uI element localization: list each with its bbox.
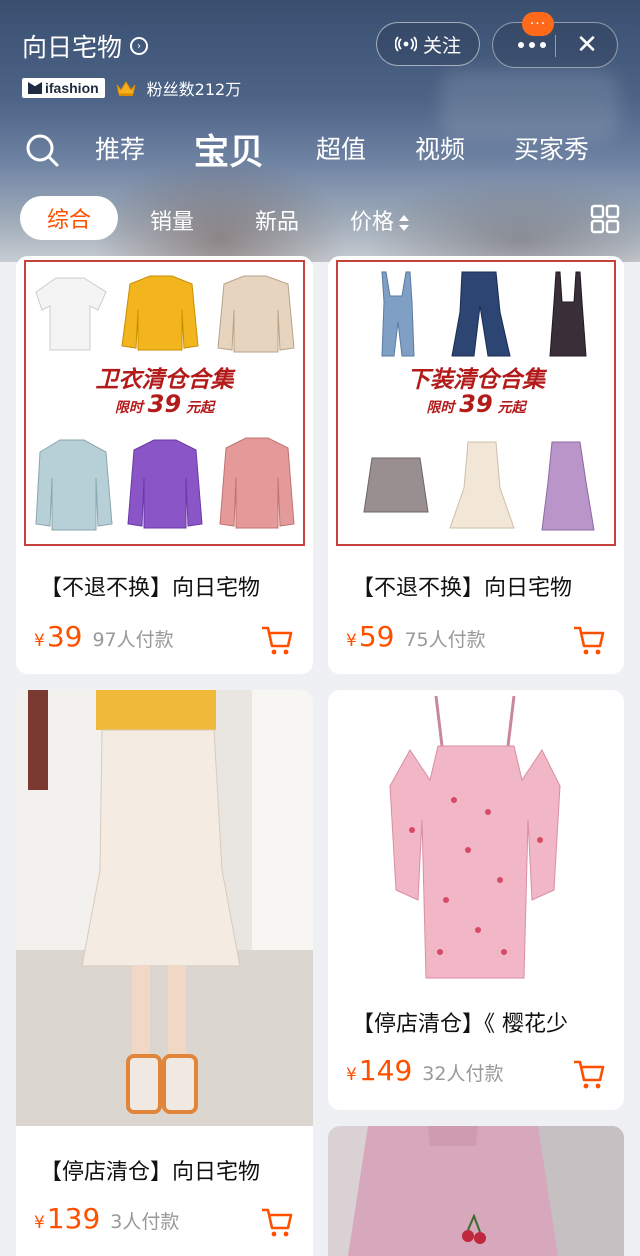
tab-recommend[interactable]: 推荐 — [95, 130, 145, 166]
cart-icon[interactable] — [572, 624, 606, 656]
product-card[interactable]: 【停店清仓】《 樱花少 ¥ 149 32人付款 — [328, 690, 624, 1110]
sold-count: 32人付款 — [422, 1063, 504, 1085]
follow-button[interactable]: 关注 — [376, 22, 480, 66]
store-name-label: 向日宅物 — [22, 33, 123, 62]
banner-subtitle: 限时 39 元起 — [114, 390, 215, 418]
store-tabs: 推荐 宝贝 超值 视频 买家秀 — [0, 118, 640, 178]
sort-icon — [399, 215, 410, 231]
tab-buyer-show[interactable]: 买家秀 — [514, 130, 589, 166]
price-row: ¥ 139 3人付款 — [34, 1202, 180, 1235]
banner-title: 下装清仓合集 — [407, 367, 545, 393]
filter-sales[interactable]: 销量 — [150, 204, 194, 236]
product-title: 【不退不换】向日宅物 — [352, 576, 573, 601]
banner-subtitle: 限时 39 元起 — [426, 390, 526, 418]
sold-count: 75人付款 — [404, 629, 486, 651]
product-card[interactable]: 【停店清仓】向日宅物 ¥ 139 3人付款 — [16, 690, 313, 1256]
cart-icon[interactable] — [572, 1058, 606, 1090]
price-row: ¥ 59 75人付款 — [346, 620, 486, 653]
product-image — [16, 690, 313, 1126]
product-card[interactable] — [328, 1126, 624, 1256]
product-image — [328, 1126, 624, 1256]
cart-icon[interactable] — [260, 1206, 294, 1238]
product-title: 【不退不换】向日宅物 — [40, 576, 261, 601]
close-icon[interactable]: ✕ — [565, 23, 609, 67]
product-title: 【停店清仓】《 樱花少 — [352, 1012, 568, 1037]
product-image — [328, 690, 624, 986]
sold-count: 3人付款 — [110, 1211, 180, 1233]
ifashion-logo-icon — [28, 82, 42, 94]
product-price: 139 — [46, 1202, 101, 1235]
filter-comprehensive[interactable]: 综合 — [20, 196, 118, 240]
tab-products[interactable]: 宝贝 — [194, 124, 264, 175]
broadcast-icon — [394, 36, 417, 52]
follow-label: 关注 — [422, 34, 461, 57]
tab-value[interactable]: 超值 — [316, 130, 366, 166]
grid-layout-icon[interactable] — [590, 204, 620, 234]
search-icon[interactable] — [24, 132, 60, 168]
crown-icon — [116, 81, 136, 96]
tab-video[interactable]: 视频 — [415, 130, 465, 166]
cart-icon[interactable] — [260, 624, 294, 656]
product-price: 59 — [358, 620, 395, 653]
banner-title: 卫衣清仓合集 — [95, 367, 234, 393]
product-title: 【停店清仓】向日宅物 — [40, 1160, 261, 1185]
filter-new[interactable]: 新品 — [255, 204, 299, 236]
product-card[interactable]: 卫衣清仓合集 限时 39 元起 【不退不换】向日宅物 ¥ 39 97人付款 — [16, 256, 313, 674]
product-card[interactable]: 下装清仓合集 限时 39 元起 【不退不换】向日宅物 ¥ 59 75人付款 — [328, 256, 624, 674]
price-row: ¥ 149 32人付款 — [346, 1054, 504, 1087]
notification-badge: ··· — [522, 12, 554, 36]
mini-program-capsule: ✕ — [492, 22, 618, 68]
filter-bar: 综合 销量 新品 价格 — [0, 196, 640, 244]
chevron-right-icon: › — [130, 37, 149, 55]
filter-price[interactable]: 价格 — [350, 204, 410, 236]
ifashion-badge: ifashion — [22, 78, 105, 98]
sold-count: 97人付款 — [92, 629, 174, 651]
price-row: ¥ 39 97人付款 — [34, 620, 174, 653]
fans-count: 粉丝数212万 — [146, 80, 242, 99]
product-price: 39 — [46, 620, 83, 653]
product-price: 149 — [358, 1054, 413, 1087]
store-meta: ifashion 粉丝数212万 — [22, 76, 241, 100]
product-image: 卫衣清仓合集 限时 39 元起 — [24, 260, 305, 546]
store-name[interactable]: 向日宅物 › — [22, 28, 149, 64]
product-image: 下装清仓合集 限时 39 元起 — [336, 260, 616, 546]
